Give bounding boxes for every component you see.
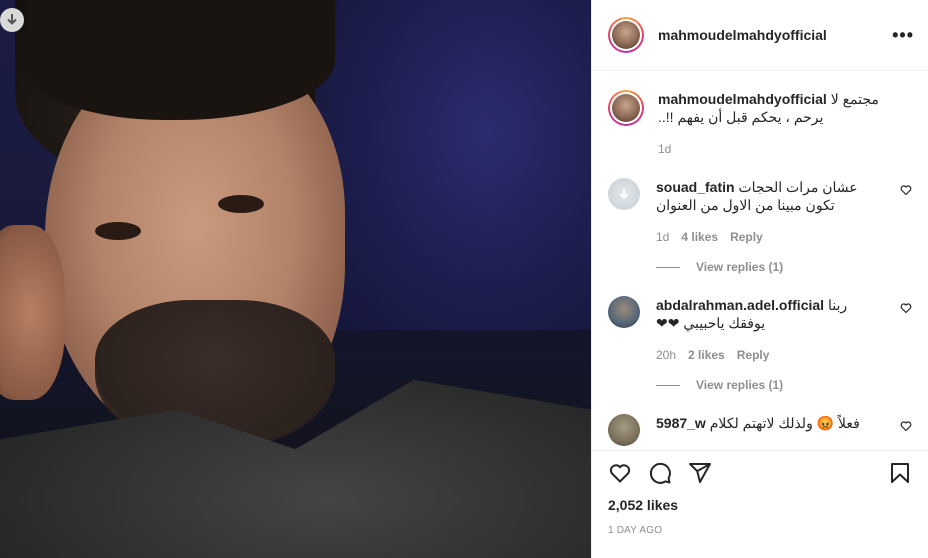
- comment-text: فعلاً 😡 ولذلك لاتهتم لكلام: [709, 415, 860, 431]
- paper-plane-icon[interactable]: [688, 461, 712, 485]
- caption: mahmoudelmahdyofficial مجتمع لا يرحم ، ي…: [608, 72, 912, 156]
- reply-button[interactable]: Reply: [730, 230, 763, 244]
- download-arrow-icon[interactable]: [0, 8, 24, 32]
- view-replies-button[interactable]: View replies (1): [656, 378, 912, 392]
- bookmark-icon[interactable]: [888, 461, 912, 485]
- more-options-icon[interactable]: •••: [892, 25, 914, 46]
- photo-background: [331, 0, 591, 330]
- commenter-username[interactable]: souad_fatin: [656, 179, 735, 195]
- commenter-avatar[interactable]: [608, 296, 640, 328]
- comment-heart-icon[interactable]: [900, 420, 912, 432]
- photo-hair-top: [25, 0, 335, 120]
- author-avatar[interactable]: [608, 17, 644, 53]
- view-replies-label: View replies (1): [696, 378, 784, 392]
- reply-button[interactable]: Reply: [737, 348, 770, 362]
- comment-item: 5987_w فعلاً 😡 ولذلك لاتهتم لكلام: [608, 414, 912, 446]
- comment-likes[interactable]: 2 likes: [688, 348, 725, 362]
- caption-avatar[interactable]: [608, 90, 644, 126]
- commenter-avatar[interactable]: [608, 414, 640, 446]
- author-username[interactable]: mahmoudelmahdyofficial: [658, 27, 892, 43]
- post-actions: 2,052 likes 1 DAY AGO: [592, 450, 928, 558]
- comment-item: abdalrahman.adel.official ربنا يوفقك ياح…: [608, 296, 912, 362]
- comment-item: souad_fatin عشان مرات الحجات تكون مبينا …: [608, 178, 912, 244]
- commenter-username[interactable]: abdalrahman.adel.official: [656, 297, 824, 313]
- comment-age[interactable]: 20h: [656, 348, 676, 362]
- photo-eye-left: [95, 222, 141, 240]
- caption-username[interactable]: mahmoudelmahdyofficial: [658, 91, 827, 107]
- comment-heart-icon[interactable]: [900, 184, 912, 196]
- likes-count[interactable]: 2,052 likes: [608, 497, 912, 513]
- commenter-avatar[interactable]: [608, 178, 640, 210]
- comment-bubble-icon[interactable]: [648, 461, 672, 485]
- post-date[interactable]: 1 DAY AGO: [608, 525, 912, 536]
- post-photo[interactable]: [0, 0, 591, 558]
- view-replies-button[interactable]: View replies (1): [656, 260, 912, 274]
- post-header: mahmoudelmahdyofficial •••: [592, 0, 928, 71]
- replies-divider-line: [656, 384, 680, 386]
- comment-age[interactable]: 1d: [656, 230, 669, 244]
- replies-divider-line: [656, 266, 680, 268]
- comment-heart-icon[interactable]: [900, 302, 912, 314]
- view-replies-label: View replies (1): [696, 260, 784, 274]
- heart-icon[interactable]: [608, 461, 632, 485]
- comment-likes[interactable]: 4 likes: [681, 230, 718, 244]
- photo-eye-right: [218, 195, 264, 213]
- photo-hand: [0, 225, 65, 400]
- comments-list[interactable]: mahmoudelmahdyofficial مجتمع لا يرحم ، ي…: [592, 72, 928, 450]
- commenter-username[interactable]: 5987_w: [656, 415, 706, 431]
- post-side-panel: mahmoudelmahdyofficial ••• mahmoudelmahd…: [591, 0, 928, 558]
- caption-age[interactable]: 1d: [658, 142, 671, 156]
